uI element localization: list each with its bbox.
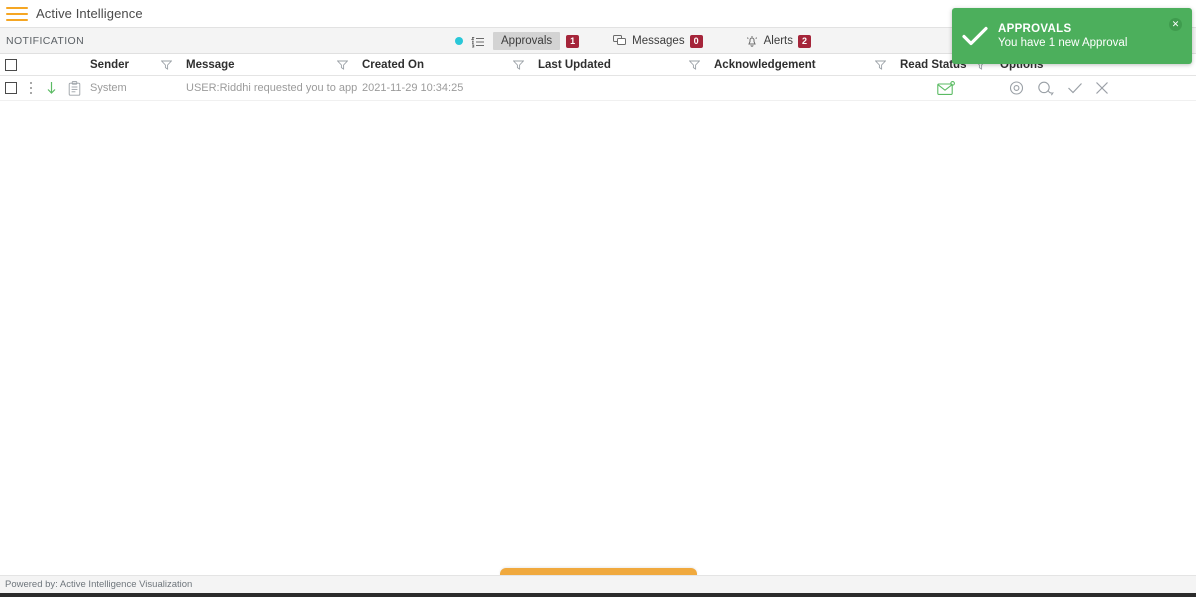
- select-all-checkbox[interactable]: [5, 58, 17, 71]
- unread-envelope-icon[interactable]: [937, 80, 955, 96]
- cell-options: [996, 76, 1196, 100]
- cell-created-on: 2021-11-29 10:34:25: [362, 82, 464, 94]
- cell-read-status: [896, 76, 996, 100]
- tab-messages-badge: 0: [689, 34, 703, 48]
- column-label-last-updated: Last Updated: [538, 58, 611, 71]
- row-checkbox[interactable]: [5, 82, 17, 94]
- row-select-cell: [0, 76, 22, 100]
- list-ordered-icon[interactable]: [470, 35, 485, 48]
- kebab-menu-icon[interactable]: [29, 81, 33, 95]
- tab-messages-label: Messages: [632, 35, 685, 47]
- column-label-created-on: Created On: [362, 58, 424, 71]
- tab-alerts-badge: 2: [798, 34, 812, 48]
- row-option-icons: [996, 81, 1109, 96]
- column-header-sender[interactable]: Sender: [86, 54, 182, 75]
- view-eye-icon[interactable]: [1008, 81, 1025, 95]
- row-menu-cell: [22, 76, 40, 100]
- header-arrow-col: [40, 54, 62, 75]
- footer-bottom-rule: [0, 593, 1196, 597]
- tab-approvals-badge: 1: [566, 34, 580, 48]
- toast-body: APPROVALS You have 1 new Approval: [998, 23, 1127, 49]
- notification-table: Sender Message Created On Last Updated A…: [0, 54, 1196, 564]
- row-clipboard-cell: [62, 76, 86, 100]
- column-label-acknowledgement: Acknowledgement: [714, 58, 816, 71]
- close-circle-icon[interactable]: ✕: [1169, 18, 1182, 31]
- footer-text: Powered by: Active Intelligence Visualiz…: [5, 579, 193, 590]
- approval-toast[interactable]: APPROVALS You have 1 new Approval ✕: [952, 8, 1192, 64]
- cell-sender: System: [90, 82, 127, 94]
- filter-icon-message[interactable]: [336, 60, 349, 70]
- column-header-created-on[interactable]: Created On: [358, 54, 534, 75]
- approve-check-icon[interactable]: [1067, 81, 1083, 95]
- tab-approvals[interactable]: Approvals: [493, 32, 561, 50]
- filter-icon-acknowledgement[interactable]: [874, 60, 887, 70]
- notification-tabs: Approvals 1 Messages 0 Alerts 2: [455, 28, 819, 54]
- check-icon: [952, 26, 998, 46]
- toast-title: APPROVALS: [998, 23, 1072, 35]
- tab-approvals-label: Approvals: [501, 35, 553, 47]
- footer-bar: Powered by: Active Intelligence Visualiz…: [0, 575, 1196, 593]
- notification-label: NOTIFICATION: [6, 34, 85, 47]
- tab-messages[interactable]: Messages 0: [605, 32, 710, 51]
- chat-icon: [613, 35, 627, 47]
- header-clip-col: [62, 54, 86, 75]
- app-root: Active Intelligence NOTIFICATION Approva…: [0, 0, 1196, 597]
- cell-message: USER:Riddhi requested you to appr…: [186, 82, 358, 94]
- filter-icon-last-updated[interactable]: [688, 60, 701, 70]
- reject-close-icon[interactable]: [1095, 81, 1109, 95]
- select-all-cell: [0, 54, 22, 75]
- clipboard-icon[interactable]: [68, 80, 81, 96]
- bell-icon: [745, 35, 759, 48]
- column-label-message: Message: [186, 58, 235, 71]
- toast-message: You have 1 new Approval: [998, 37, 1128, 49]
- filter-icon-sender[interactable]: [160, 60, 173, 70]
- page-title: Active Intelligence: [36, 6, 143, 21]
- column-header-last-updated[interactable]: Last Updated: [534, 54, 710, 75]
- comment-icon[interactable]: [1037, 81, 1055, 96]
- filter-icon-created-on[interactable]: [512, 60, 525, 70]
- hamburger-icon[interactable]: [6, 6, 28, 21]
- column-label-sender: Sender: [90, 58, 129, 71]
- table-row[interactable]: System USER:Riddhi requested you to appr…: [0, 76, 1196, 101]
- status-dot-icon: [455, 37, 463, 45]
- download-arrow-icon[interactable]: [45, 81, 58, 96]
- column-header-message[interactable]: Message: [182, 54, 358, 75]
- tab-alerts-label: Alerts: [763, 35, 793, 47]
- tab-alerts[interactable]: Alerts 2: [737, 32, 819, 51]
- row-arrow-cell: [40, 76, 62, 100]
- header-kebab-col: [22, 54, 40, 75]
- column-header-acknowledgement[interactable]: Acknowledgement: [710, 54, 896, 75]
